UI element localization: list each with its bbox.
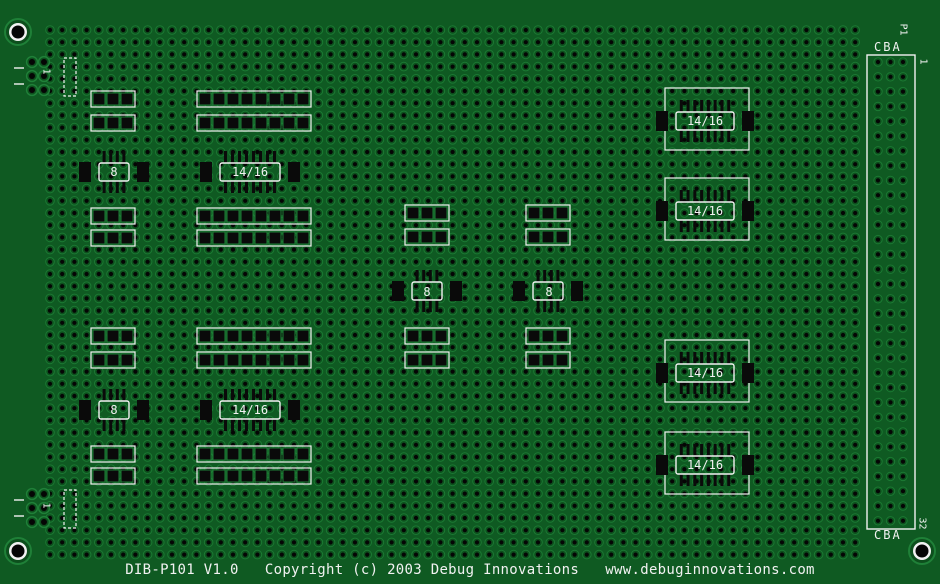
board-model: DIB-P101 <box>125 562 196 578</box>
dip16-label-2: 14/16 <box>231 403 269 417</box>
dip8-label-4: 8 <box>545 285 553 299</box>
dip8-top-pads-1b <box>90 114 136 132</box>
dip8-bottom-pads-1 <box>90 207 136 225</box>
connector-pin-1: 1 <box>917 58 929 65</box>
dip8-bottom-pads-2b <box>90 467 136 485</box>
dip8-bottom-pads-4 <box>525 327 571 345</box>
dip8-bottom-pads-4b <box>525 351 571 369</box>
pcb-board: CBA CBA P1 1 32 1 1 8 14/16 8 14/16 8 8 … <box>0 0 940 584</box>
dip8-top-pads-3b <box>404 228 450 246</box>
dip8-bottom-pads-3b <box>404 351 450 369</box>
dip8-top-pads-1 <box>90 90 136 108</box>
board-surface <box>0 0 940 584</box>
dip8-bottom-pads-2 <box>90 445 136 463</box>
pcb-artwork <box>0 0 940 584</box>
connector-rows-top: CBA <box>874 40 902 54</box>
board-version: V1.0 <box>203 562 239 578</box>
dip8-top-pads-2b <box>90 351 136 369</box>
dip8-label-2: 8 <box>110 403 118 417</box>
dip16-label-3: 14/16 <box>686 114 724 128</box>
connector-pin-32: 32 <box>916 517 928 530</box>
dip8-top-pads-4 <box>525 204 571 222</box>
board-footer-text: DIB-P101 V1.0 Copyright (c) 2003 Debug I… <box>0 562 940 578</box>
left-header-mark-bottom: 1 <box>40 502 52 509</box>
dip8-label-1: 8 <box>110 165 118 179</box>
dip8-label-3: 8 <box>423 285 431 299</box>
dip16-label-4: 14/16 <box>686 204 724 218</box>
dip8-top-pads-3 <box>404 204 450 222</box>
mounting-hole <box>908 537 936 565</box>
left-header-mark-top: 1 <box>40 68 52 75</box>
dip8-bottom-pads-3 <box>404 327 450 345</box>
dip8-top-pads-4b <box>525 228 571 246</box>
mounting-hole <box>4 537 32 565</box>
board-copyright: Copyright (c) 2003 Debug Innovations <box>264 562 580 578</box>
dip8-top-pads-2 <box>90 327 136 345</box>
mounting-hole <box>4 18 32 46</box>
dip16-label-6: 14/16 <box>686 458 724 472</box>
dip16-label-1: 14/16 <box>231 165 269 179</box>
dip8-bottom-pads-1b <box>90 229 136 247</box>
connector-ref: P1 <box>897 23 909 36</box>
connector-rows-bottom: CBA <box>874 528 902 542</box>
board-website: www.debuginnovations.com <box>605 562 815 578</box>
dip16-label-5: 14/16 <box>686 366 724 380</box>
